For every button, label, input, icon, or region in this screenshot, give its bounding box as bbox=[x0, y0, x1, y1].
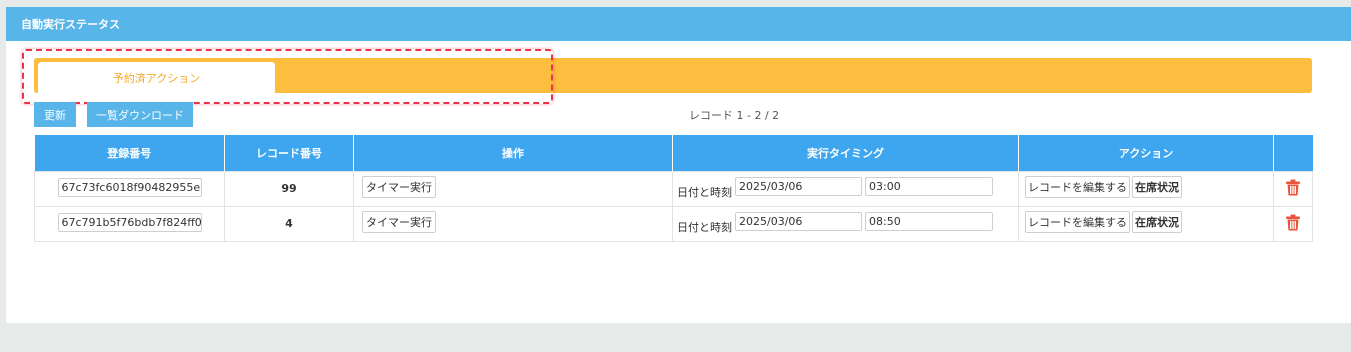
edit-record-button[interactable]: レコードを編集する bbox=[1025, 211, 1130, 233]
edit-record-button[interactable]: レコードを編集する bbox=[1025, 176, 1130, 198]
time-input[interactable]: 08:50 bbox=[865, 212, 993, 231]
actions-table: 登録番号 レコード番号 操作 実行タイミング アクション 67c73fc6018… bbox=[34, 135, 1313, 242]
operation-select[interactable]: タイマー実行 bbox=[362, 211, 436, 233]
date-input[interactable]: 2025/03/06 bbox=[735, 177, 862, 196]
trash-icon[interactable] bbox=[1286, 214, 1300, 234]
refresh-button[interactable]: 更新 bbox=[34, 102, 76, 127]
date-input[interactable]: 2025/03/06 bbox=[735, 212, 862, 231]
column-header-timing: 実行タイミング bbox=[672, 135, 1019, 171]
time-input[interactable]: 03:00 bbox=[865, 177, 993, 196]
timing-label: 日付と時刻 bbox=[677, 186, 732, 199]
column-header-record-no: レコード番号 bbox=[224, 135, 354, 171]
download-list-button[interactable]: 一覧ダウンロード bbox=[87, 102, 193, 127]
status-panel: 自動実行ステータス 予約済アクション 更新 一覧ダウンロード レコード 1 - … bbox=[6, 7, 1351, 323]
record-count: レコード 1 - 2 / 2 bbox=[689, 109, 780, 122]
attendance-status-button[interactable]: 在席状況 bbox=[1132, 211, 1182, 233]
record-number: 4 bbox=[224, 205, 354, 242]
attendance-status-button[interactable]: 在席状況 bbox=[1132, 176, 1182, 198]
column-header-action: アクション bbox=[1018, 135, 1274, 171]
table-row: 67c73fc6018f90482955e687 99 タイマー実行 日付と時刻… bbox=[34, 170, 1313, 207]
registration-id-field[interactable]: 67c73fc6018f90482955e687 bbox=[57, 177, 202, 197]
page-title: 自動実行ステータス bbox=[21, 18, 120, 31]
tab-bar: 予約済アクション bbox=[34, 58, 1312, 94]
trash-icon[interactable] bbox=[1286, 179, 1300, 199]
table-header-row: 登録番号 レコード番号 操作 実行タイミング アクション bbox=[34, 135, 1313, 171]
column-header-operation: 操作 bbox=[353, 135, 673, 171]
tab-reserved-actions[interactable]: 予約済アクション bbox=[38, 62, 275, 94]
column-header-delete bbox=[1273, 135, 1313, 171]
record-number: 99 bbox=[224, 170, 354, 207]
column-header-registration-no: 登録番号 bbox=[34, 135, 225, 171]
table-row: 67c791b5f76bdb7f824ff091 4 タイマー実行 日付と時刻 2… bbox=[34, 205, 1313, 242]
panel-header: 自動実行ステータス bbox=[6, 7, 1351, 41]
registration-id-field[interactable]: 67c791b5f76bdb7f824ff091 bbox=[57, 212, 202, 232]
timing-label: 日付と時刻 bbox=[677, 221, 732, 234]
operation-select[interactable]: タイマー実行 bbox=[362, 176, 436, 198]
